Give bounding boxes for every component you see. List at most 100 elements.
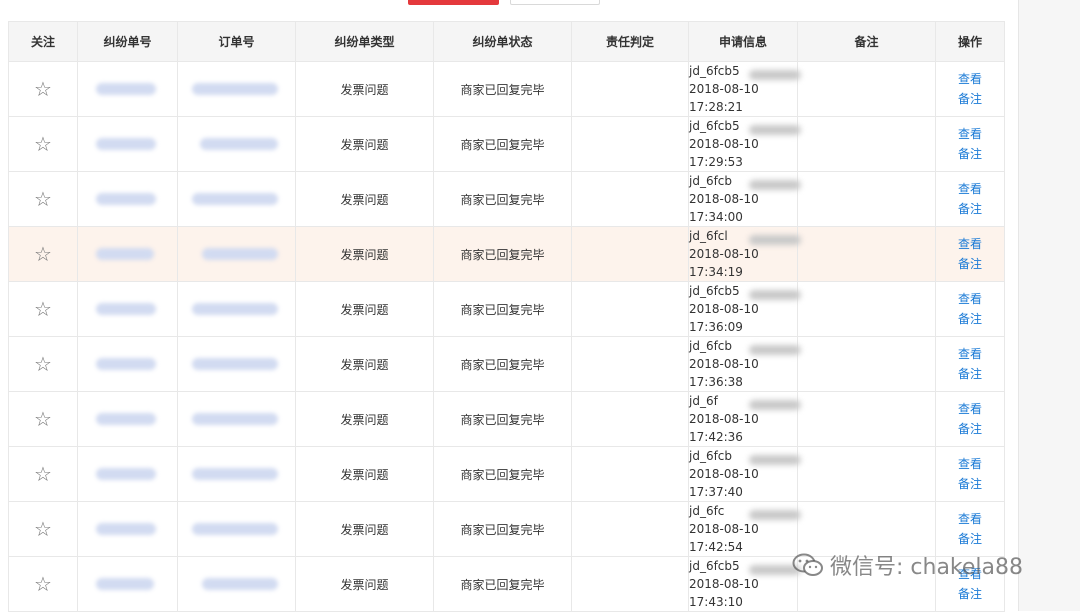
remark-cell: [797, 391, 936, 447]
redacted-order-number: [192, 83, 278, 95]
star-icon[interactable]: ☆: [34, 407, 52, 431]
dispute-type: 发票问题: [295, 281, 434, 337]
redacted-order-number: [192, 413, 278, 425]
apply-time: 17:36:38: [689, 375, 743, 389]
redacted-order-number: [202, 248, 278, 260]
redacted-dispute-number: [96, 578, 154, 590]
remark-link[interactable]: 备注: [936, 474, 1004, 494]
table-row[interactable]: ☆ 发票问题 商家已回复完毕 jd_6fcb5 2018-08-10 17:36:09 查看…: [8, 281, 1005, 337]
dispute-type: 发票问题: [295, 61, 434, 117]
order-number-cell: [177, 61, 296, 117]
responsibility: [571, 391, 689, 447]
remark-link[interactable]: 备注: [936, 309, 1004, 329]
remark-link[interactable]: 备注: [936, 144, 1004, 164]
redacted-applicant-id: [749, 455, 801, 465]
dispute-status: 商家已回复完毕: [433, 446, 572, 502]
view-link[interactable]: 查看: [936, 69, 1004, 89]
responsibility: [571, 556, 689, 612]
table-row[interactable]: ☆ 发票问题 商家已回复完毕 jd_6fcb5 2018-08-10 17:28:21 查看…: [8, 61, 1005, 117]
apply-date: 2018-08-10: [689, 137, 759, 151]
primary-action-button[interactable]: [408, 0, 499, 5]
star-icon[interactable]: ☆: [34, 572, 52, 596]
actions-cell: 查看 备注: [935, 116, 1005, 172]
view-link[interactable]: 查看: [936, 179, 1004, 199]
remark-link[interactable]: 备注: [936, 364, 1004, 384]
remark-link[interactable]: 备注: [936, 584, 1004, 604]
redacted-dispute-number: [96, 358, 156, 370]
redacted-order-number: [202, 578, 278, 590]
apply-date: 2018-08-10: [689, 82, 759, 96]
responsibility: [571, 171, 689, 227]
apply-time: 17:42:36: [689, 430, 743, 444]
view-link[interactable]: 查看: [936, 234, 1004, 254]
order-number-cell: [177, 116, 296, 172]
header-application-info[interactable]: 申请信息: [688, 21, 798, 62]
apply-date: 2018-08-10: [689, 247, 759, 261]
apply-time: 17:43:10: [689, 595, 743, 609]
apply-date: 2018-08-10: [689, 192, 759, 206]
view-link[interactable]: 查看: [936, 454, 1004, 474]
redacted-order-number: [192, 523, 278, 535]
apply-time: 17:28:21: [689, 100, 743, 114]
application-info: jd_6fcb 2018-08-10 17:36:38: [688, 336, 801, 392]
responsibility: [571, 61, 689, 117]
remark-cell: [797, 446, 936, 502]
remark-cell: [797, 336, 936, 392]
view-link[interactable]: 查看: [936, 344, 1004, 364]
responsibility: [571, 226, 689, 282]
apply-time: 17:34:00: [689, 210, 743, 224]
star-icon[interactable]: ☆: [34, 132, 52, 156]
remark-link[interactable]: 备注: [936, 529, 1004, 549]
view-link[interactable]: 查看: [936, 124, 1004, 144]
table-row[interactable]: ☆ 发票问题 商家已回复完毕 jd_6fcl 2018-08-10 17:34:19 查看备…: [8, 226, 1005, 282]
table-row[interactable]: ☆ 发票问题 商家已回复完毕 jd_6f 2018-08-10 17:42:36 查看 备注: [8, 391, 1005, 447]
redacted-dispute-number: [96, 468, 156, 480]
redacted-applicant-id: [749, 345, 801, 355]
remark-link[interactable]: 备注: [936, 419, 1004, 439]
dispute-number-cell: [77, 556, 178, 612]
remark-link[interactable]: 备注: [936, 254, 1004, 274]
dispute-number-cell: [77, 336, 178, 392]
redacted-dispute-number: [96, 138, 156, 150]
dispute-status: 商家已回复完毕: [433, 501, 572, 557]
header-order-no[interactable]: 订单号: [177, 21, 296, 62]
header-remark[interactable]: 备注: [797, 21, 936, 62]
star-icon[interactable]: ☆: [34, 517, 52, 541]
order-number-cell: [177, 501, 296, 557]
star-icon[interactable]: ☆: [34, 462, 52, 486]
header-dispute-no[interactable]: 纠纷单号: [77, 21, 178, 62]
table-row[interactable]: ☆ 发票问题 商家已回复完毕 jd_6fcb 2018-08-10 17:36:38 查看备…: [8, 336, 1005, 392]
responsibility: [571, 501, 689, 557]
header-responsibility[interactable]: 责任判定: [571, 21, 689, 62]
remark-link[interactable]: 备注: [936, 89, 1004, 109]
dispute-status: 商家已回复完毕: [433, 336, 572, 392]
redacted-applicant-id: [749, 510, 801, 520]
view-link[interactable]: 查看: [936, 509, 1004, 529]
header-follow[interactable]: 关注: [8, 21, 78, 62]
star-icon[interactable]: ☆: [34, 352, 52, 376]
header-dispute-status[interactable]: 纠纷单状态: [433, 21, 572, 62]
star-icon[interactable]: ☆: [34, 77, 52, 101]
view-link[interactable]: 查看: [936, 399, 1004, 419]
actions-cell: 查看 备注: [935, 171, 1005, 227]
order-number-cell: [177, 556, 296, 612]
secondary-action-button[interactable]: [510, 0, 600, 5]
dispute-status: 商家已回复完毕: [433, 556, 572, 612]
redacted-order-number: [192, 303, 278, 315]
redacted-applicant-id: [749, 290, 801, 300]
table-row[interactable]: ☆ 发票问题 商家已回复完毕 jd_6fcb5 2018-08-10 17:29:53 查看…: [8, 116, 1005, 172]
redacted-dispute-number: [96, 193, 156, 205]
remark-cell: [797, 61, 936, 117]
star-icon[interactable]: ☆: [34, 242, 52, 266]
view-link[interactable]: 查看: [936, 289, 1004, 309]
star-icon[interactable]: ☆: [34, 297, 52, 321]
remark-link[interactable]: 备注: [936, 199, 1004, 219]
follow-cell: ☆: [8, 171, 78, 227]
table-row[interactable]: ☆ 发票问题 商家已回复完毕 jd_6fcb 2018-08-10 17:34:00 查看备…: [8, 171, 1005, 227]
follow-cell: ☆: [8, 556, 78, 612]
order-number-cell: [177, 226, 296, 282]
header-dispute-type[interactable]: 纠纷单类型: [295, 21, 434, 62]
table-row[interactable]: ☆ 发票问题 商家已回复完毕 jd_6fcb 2018-08-10 17:37:40 查看备…: [8, 446, 1005, 502]
dispute-table: 关注 纠纷单号 订单号 纠纷单类型 纠纷单状态 责任判定 申请信息 备注 操作 …: [8, 21, 1005, 612]
star-icon[interactable]: ☆: [34, 187, 52, 211]
